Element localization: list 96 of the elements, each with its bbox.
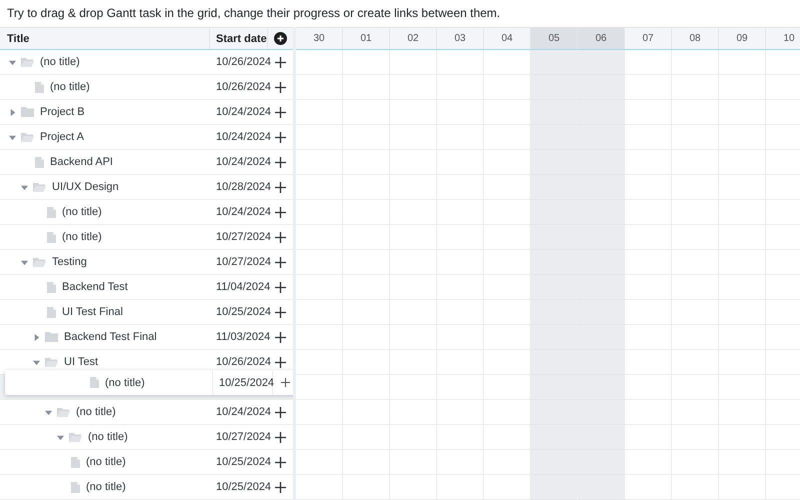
- start-date: 10/26/2024: [216, 356, 272, 368]
- caret-icon[interactable]: [20, 184, 28, 190]
- file-icon: [47, 306, 56, 318]
- task-title: (no title): [105, 376, 145, 388]
- plus-icon[interactable]: [275, 232, 286, 242]
- day-header: 06: [578, 28, 625, 49]
- instruction-text: Try to drag & drop Gantt task in the grid, change their progress or create links between them.: [6, 5, 502, 22]
- start-date: 10/27/2024: [216, 231, 272, 243]
- start-date: 10/27/2024: [216, 431, 272, 443]
- plus-icon[interactable]: [275, 156, 286, 168]
- folder-icon: [21, 107, 34, 117]
- open-folder-icon: [21, 132, 34, 142]
- start-date: 10/25/2024: [216, 456, 272, 468]
- open-folder-icon: [21, 57, 34, 67]
- open-folder-icon: [33, 182, 46, 192]
- start-date: 10/26/2024: [216, 81, 272, 93]
- plus-icon[interactable]: [275, 56, 286, 68]
- plus-icon[interactable]: [275, 432, 286, 442]
- task-title: (no title): [88, 431, 128, 443]
- caret-icon[interactable]: [56, 434, 64, 440]
- task-title: (no title): [62, 206, 102, 218]
- task-title: UI/UX Design: [52, 181, 119, 193]
- start-date: 10/24/2024: [216, 106, 272, 118]
- plus-icon[interactable]: [275, 332, 286, 342]
- day-header: 05: [531, 28, 578, 49]
- start-date: 10/25/2024: [216, 481, 272, 493]
- day-header: 07: [625, 28, 672, 49]
- start-date: 11/04/2024: [216, 281, 270, 293]
- plus-icon[interactable]: [275, 482, 286, 492]
- add-task-icon[interactable]: [274, 32, 287, 45]
- start-date: 10/27/2024: [216, 256, 272, 268]
- open-folder-icon: [57, 407, 70, 417]
- task-title: Testing: [52, 256, 87, 268]
- task-title: (no title): [86, 456, 126, 468]
- plus-icon[interactable]: [275, 406, 286, 418]
- caret-icon[interactable]: [20, 258, 28, 266]
- day-header: 01: [343, 28, 390, 49]
- start-date: 10/24/2024: [216, 131, 272, 143]
- file-icon: [47, 206, 56, 218]
- task-title: (no title): [40, 56, 80, 68]
- file-icon: [47, 282, 56, 292]
- file-icon: [35, 82, 44, 92]
- caret-icon[interactable]: [8, 134, 16, 140]
- start-date: 10/24/2024: [216, 406, 272, 418]
- task-title: Backend Test: [62, 281, 128, 293]
- task-title: Project A: [40, 131, 84, 143]
- plus-icon[interactable]: [281, 378, 290, 387]
- caret-icon[interactable]: [8, 58, 16, 66]
- day-header: 09: [719, 28, 766, 49]
- file-icon: [71, 456, 80, 468]
- task-title: Project B: [40, 106, 85, 118]
- task-title: UI Test Final: [62, 306, 123, 318]
- start-date: 10/25/2024: [216, 306, 272, 318]
- task-title: (no title): [86, 481, 126, 493]
- start-date: 11/03/2024: [216, 331, 270, 343]
- plus-icon[interactable]: [275, 82, 286, 92]
- caret-icon[interactable]: [44, 408, 52, 416]
- task-title: UI Test: [64, 356, 98, 368]
- caret-icon[interactable]: [32, 334, 40, 340]
- folder-icon: [45, 332, 58, 342]
- dragged-row[interactable]: (no title) 10/25/2024: [5, 370, 293, 395]
- day-header: 30: [296, 28, 343, 49]
- day-header: 03: [437, 28, 484, 49]
- plus-icon[interactable]: [275, 206, 286, 218]
- plus-icon[interactable]: [275, 182, 286, 192]
- plus-icon[interactable]: [275, 356, 286, 368]
- task-title: (no title): [62, 231, 102, 243]
- start-date: 10/28/2024: [216, 181, 272, 193]
- open-folder-icon: [45, 357, 58, 367]
- task-title: (no title): [50, 81, 90, 93]
- start-date: 10/26/2024: [216, 56, 272, 68]
- plus-icon[interactable]: [275, 106, 286, 118]
- open-folder-icon: [69, 432, 82, 442]
- start-date: 10/25/2024: [219, 376, 274, 388]
- task-title: Backend API: [50, 156, 113, 168]
- task-title: (no title): [76, 406, 116, 418]
- column-header[interactable]: Start date: [210, 28, 268, 49]
- caret-icon[interactable]: [8, 108, 16, 116]
- open-folder-icon: [33, 257, 46, 267]
- day-header: 08: [672, 28, 719, 49]
- start-date: 10/24/2024: [216, 156, 272, 168]
- day-header: 02: [390, 28, 437, 49]
- day-header: 10: [766, 28, 800, 49]
- plus-icon[interactable]: [275, 456, 286, 468]
- file-icon: [47, 232, 56, 242]
- column-header[interactable]: Title: [0, 28, 210, 49]
- plus-icon[interactable]: [275, 256, 286, 268]
- plus-icon[interactable]: [275, 282, 286, 292]
- start-date: 10/24/2024: [216, 206, 272, 218]
- file-icon: [71, 482, 80, 492]
- task-title: Backend Test Final: [64, 331, 157, 343]
- plus-icon[interactable]: [275, 306, 286, 318]
- file-icon: [90, 377, 99, 388]
- file-icon: [35, 156, 44, 168]
- plus-icon[interactable]: [275, 132, 286, 142]
- caret-icon[interactable]: [32, 358, 40, 366]
